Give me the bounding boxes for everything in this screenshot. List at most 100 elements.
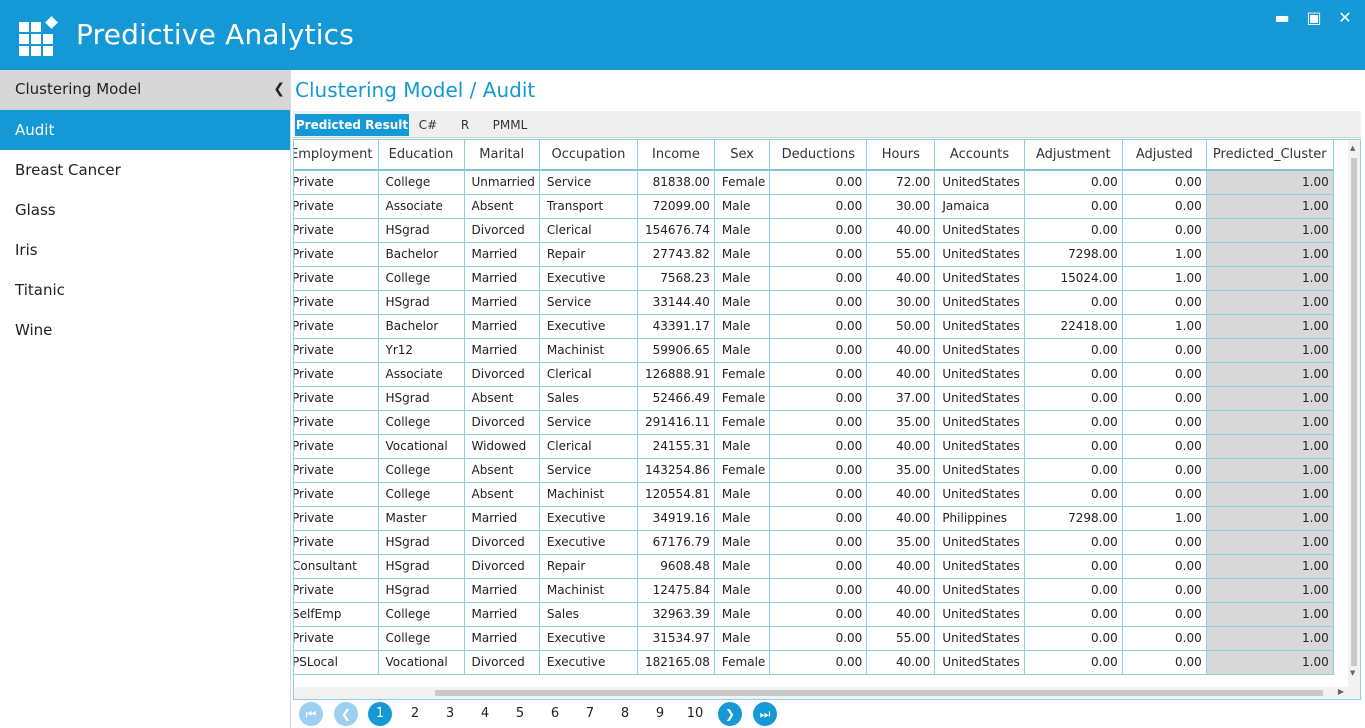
table-cell[interactable]: 37.00: [866, 386, 936, 411]
table-row[interactable]: PSLocal Vocational Divorced Executive 182165…: [294, 650, 1334, 675]
table-cell[interactable]: HSgrad: [378, 530, 465, 555]
table-row[interactable]: Private College Married Executive 7568.23 Mal…: [294, 266, 1334, 291]
table-row[interactable]: Private Associate Absent Transport 72099.00 M…: [294, 194, 1334, 219]
table-cell[interactable]: 0.00: [1024, 434, 1123, 459]
table-cell[interactable]: 1.00: [1206, 626, 1334, 651]
table-cell[interactable]: Married: [464, 242, 540, 267]
table-cell[interactable]: College: [378, 482, 465, 507]
table-cell[interactable]: Male: [714, 218, 771, 243]
table-cell[interactable]: 67176.79: [637, 530, 715, 555]
table-cell[interactable]: Male: [714, 506, 771, 531]
table-cell[interactable]: 0.00: [769, 362, 868, 387]
table-cell[interactable]: UnitedStates: [934, 266, 1025, 291]
table-cell[interactable]: 0.00: [769, 602, 868, 627]
table-cell[interactable]: 40.00: [866, 218, 936, 243]
table-cell[interactable]: 0.00: [769, 530, 868, 555]
table-cell[interactable]: UnitedStates: [934, 338, 1025, 363]
table-cell[interactable]: 72.00: [866, 170, 936, 195]
table-cell[interactable]: 0.00: [1024, 530, 1123, 555]
table-cell[interactable]: 1.00: [1206, 458, 1334, 483]
table-cell[interactable]: Male: [714, 338, 771, 363]
table-cell[interactable]: Machinist: [539, 338, 638, 363]
table-cell[interactable]: UnitedStates: [934, 242, 1025, 267]
previous-page-icon[interactable]: ❮: [334, 702, 358, 726]
table-cell[interactable]: College: [378, 170, 465, 195]
table-row[interactable]: Private College Divorced Service 291416.11 Fe…: [294, 410, 1334, 435]
table-cell[interactable]: 1.00: [1122, 506, 1207, 531]
close-icon[interactable]: ✕: [1336, 9, 1354, 27]
table-cell[interactable]: Married: [464, 506, 540, 531]
table-cell[interactable]: Married: [464, 338, 540, 363]
table-cell[interactable]: Private: [294, 578, 379, 603]
table-cell[interactable]: Private: [294, 386, 379, 411]
scroll-right-icon[interactable]: ▶: [1338, 687, 1344, 696]
table-row[interactable]: Private Vocational Widowed Clerical 24155.31…: [294, 434, 1334, 459]
table-cell[interactable]: 0.00: [1122, 338, 1207, 363]
table-cell[interactable]: UnitedStates: [934, 530, 1025, 555]
table-cell[interactable]: UnitedStates: [934, 578, 1025, 603]
table-cell[interactable]: Male: [714, 554, 771, 579]
table-cell[interactable]: Private: [294, 626, 379, 651]
table-cell[interactable]: Male: [714, 602, 771, 627]
table-cell[interactable]: Private: [294, 530, 379, 555]
page-number-9[interactable]: 9: [648, 702, 672, 726]
table-cell[interactable]: Clerical: [539, 362, 638, 387]
table-cell[interactable]: 12475.84: [637, 578, 715, 603]
table-cell[interactable]: 40.00: [866, 578, 936, 603]
table-cell[interactable]: 0.00: [769, 554, 868, 579]
table-cell[interactable]: 40.00: [866, 338, 936, 363]
table-cell[interactable]: Male: [714, 530, 771, 555]
table-cell[interactable]: 0.00: [1024, 194, 1123, 219]
table-cell[interactable]: 0.00: [1122, 362, 1207, 387]
table-cell[interactable]: Vocational: [378, 434, 465, 459]
table-cell[interactable]: Yr12: [378, 338, 465, 363]
table-cell[interactable]: 1.00: [1206, 554, 1334, 579]
table-row[interactable]: Private Master Married Executive 34919.16 Mal…: [294, 506, 1334, 531]
table-cell[interactable]: Private: [294, 338, 379, 363]
table-cell[interactable]: Clerical: [539, 218, 638, 243]
table-cell[interactable]: Female: [714, 650, 771, 675]
table-cell[interactable]: 40.00: [866, 506, 936, 531]
table-cell[interactable]: Male: [714, 578, 771, 603]
table-row[interactable]: Private College Absent Machinist 120554.81 Ma…: [294, 482, 1334, 507]
table-cell[interactable]: 182165.08: [637, 650, 715, 675]
table-cell[interactable]: HSgrad: [378, 386, 465, 411]
table-cell[interactable]: Master: [378, 506, 465, 531]
table-cell[interactable]: 1.00: [1206, 338, 1334, 363]
table-cell[interactable]: Divorced: [464, 410, 540, 435]
table-cell[interactable]: 1.00: [1206, 410, 1334, 435]
table-cell[interactable]: Male: [714, 242, 771, 267]
table-cell[interactable]: 0.00: [1024, 386, 1123, 411]
table-cell[interactable]: 0.00: [769, 338, 868, 363]
table-cell[interactable]: UnitedStates: [934, 410, 1025, 435]
column-header-employment[interactable]: Employment: [294, 140, 379, 171]
table-cell[interactable]: 126888.91: [637, 362, 715, 387]
table-cell[interactable]: 0.00: [769, 218, 868, 243]
table-cell[interactable]: 35.00: [866, 410, 936, 435]
table-cell[interactable]: Vocational: [378, 650, 465, 675]
table-cell[interactable]: 0.00: [1024, 650, 1123, 675]
page-number-10[interactable]: 10: [683, 702, 707, 726]
table-cell[interactable]: Bachelor: [378, 242, 465, 267]
table-row[interactable]: Private College Absent Service 143254.86 Fema…: [294, 458, 1334, 483]
table-cell[interactable]: Female: [714, 458, 771, 483]
sidebar-item-audit[interactable]: Audit: [0, 110, 290, 150]
scroll-up-icon[interactable]: ▲: [1350, 144, 1355, 152]
table-cell[interactable]: Absent: [464, 458, 540, 483]
table-cell[interactable]: 0.00: [1122, 194, 1207, 219]
column-header-adjusted[interactable]: Adjusted: [1122, 140, 1207, 171]
table-cell[interactable]: 27743.82: [637, 242, 715, 267]
table-cell[interactable]: 1.00: [1206, 242, 1334, 267]
table-cell[interactable]: 31534.97: [637, 626, 715, 651]
table-cell[interactable]: 0.00: [1122, 458, 1207, 483]
table-cell[interactable]: 7298.00: [1024, 506, 1123, 531]
table-cell[interactable]: 0.00: [1024, 482, 1123, 507]
tab-csharp[interactable]: C#: [413, 114, 443, 136]
table-cell[interactable]: 72099.00: [637, 194, 715, 219]
table-cell[interactable]: College: [378, 626, 465, 651]
table-cell[interactable]: Private: [294, 410, 379, 435]
table-cell[interactable]: Divorced: [464, 650, 540, 675]
table-cell[interactable]: UnitedStates: [934, 434, 1025, 459]
last-page-icon[interactable]: ⏭: [753, 702, 777, 726]
table-cell[interactable]: 0.00: [769, 266, 868, 291]
